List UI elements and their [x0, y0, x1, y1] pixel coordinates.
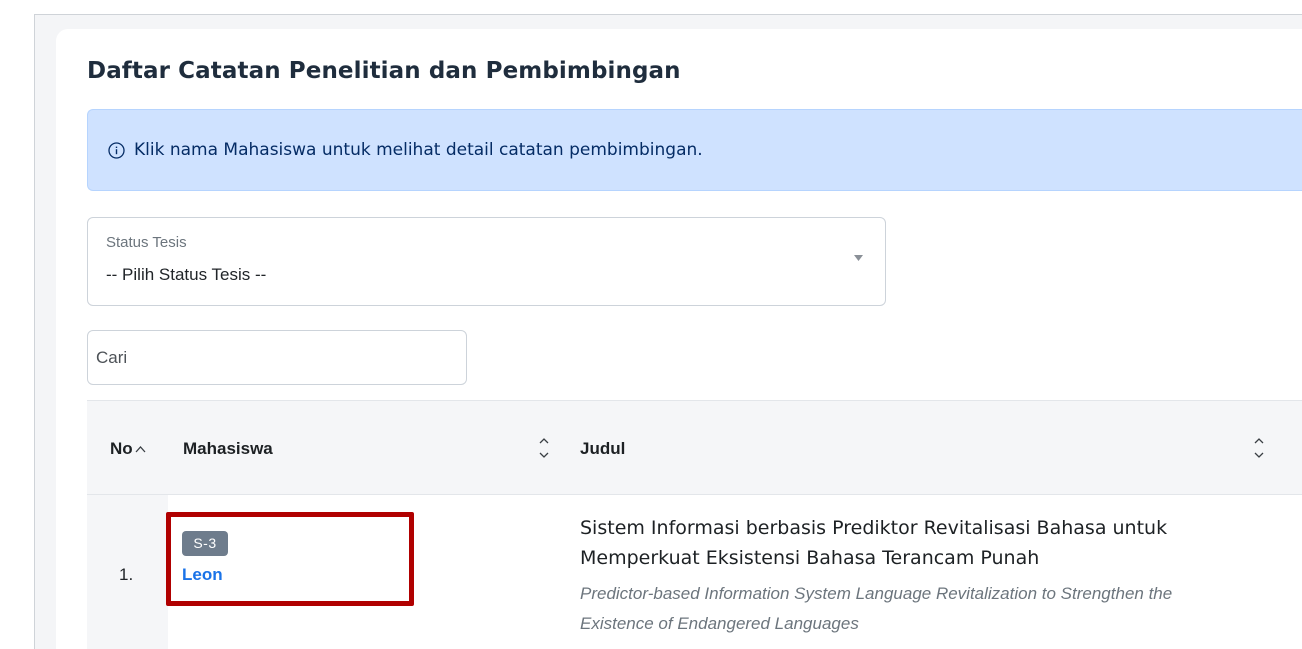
sort-asc-icon	[135, 446, 146, 453]
column-header-mahasiswa[interactable]: Mahasiswa	[183, 439, 273, 459]
status-tesis-select[interactable]: Status Tesis -- Pilih Status Tesis --	[87, 217, 886, 306]
column-header-judul[interactable]: Judul	[580, 439, 625, 459]
sort-icon[interactable]	[538, 433, 550, 463]
page-title: Daftar Catatan Penelitian dan Pembimbing…	[87, 58, 681, 84]
sort-icon[interactable]	[1253, 433, 1265, 463]
info-alert: Klik nama Mahasiswa untuk melihat detail…	[87, 109, 1302, 191]
caret-down-icon	[854, 255, 863, 261]
status-tesis-label: Status Tesis	[106, 234, 187, 251]
thesis-title-english: Predictor-based Information System Langu…	[580, 584, 1173, 633]
search-input[interactable]	[87, 330, 467, 385]
table-header: No Mahasiswa Judul	[87, 400, 1302, 495]
info-circle-icon	[108, 141, 125, 159]
row-number: 1.	[119, 565, 134, 584]
highlight-box	[166, 512, 414, 606]
column-header-no[interactable]: No	[110, 439, 146, 459]
thesis-title: Sistem Informasi berbasis Prediktor Revi…	[580, 517, 1168, 569]
status-tesis-value: -- Pilih Status Tesis --	[106, 265, 267, 284]
info-alert-text: Klik nama Mahasiswa untuk melihat detail…	[134, 140, 703, 160]
